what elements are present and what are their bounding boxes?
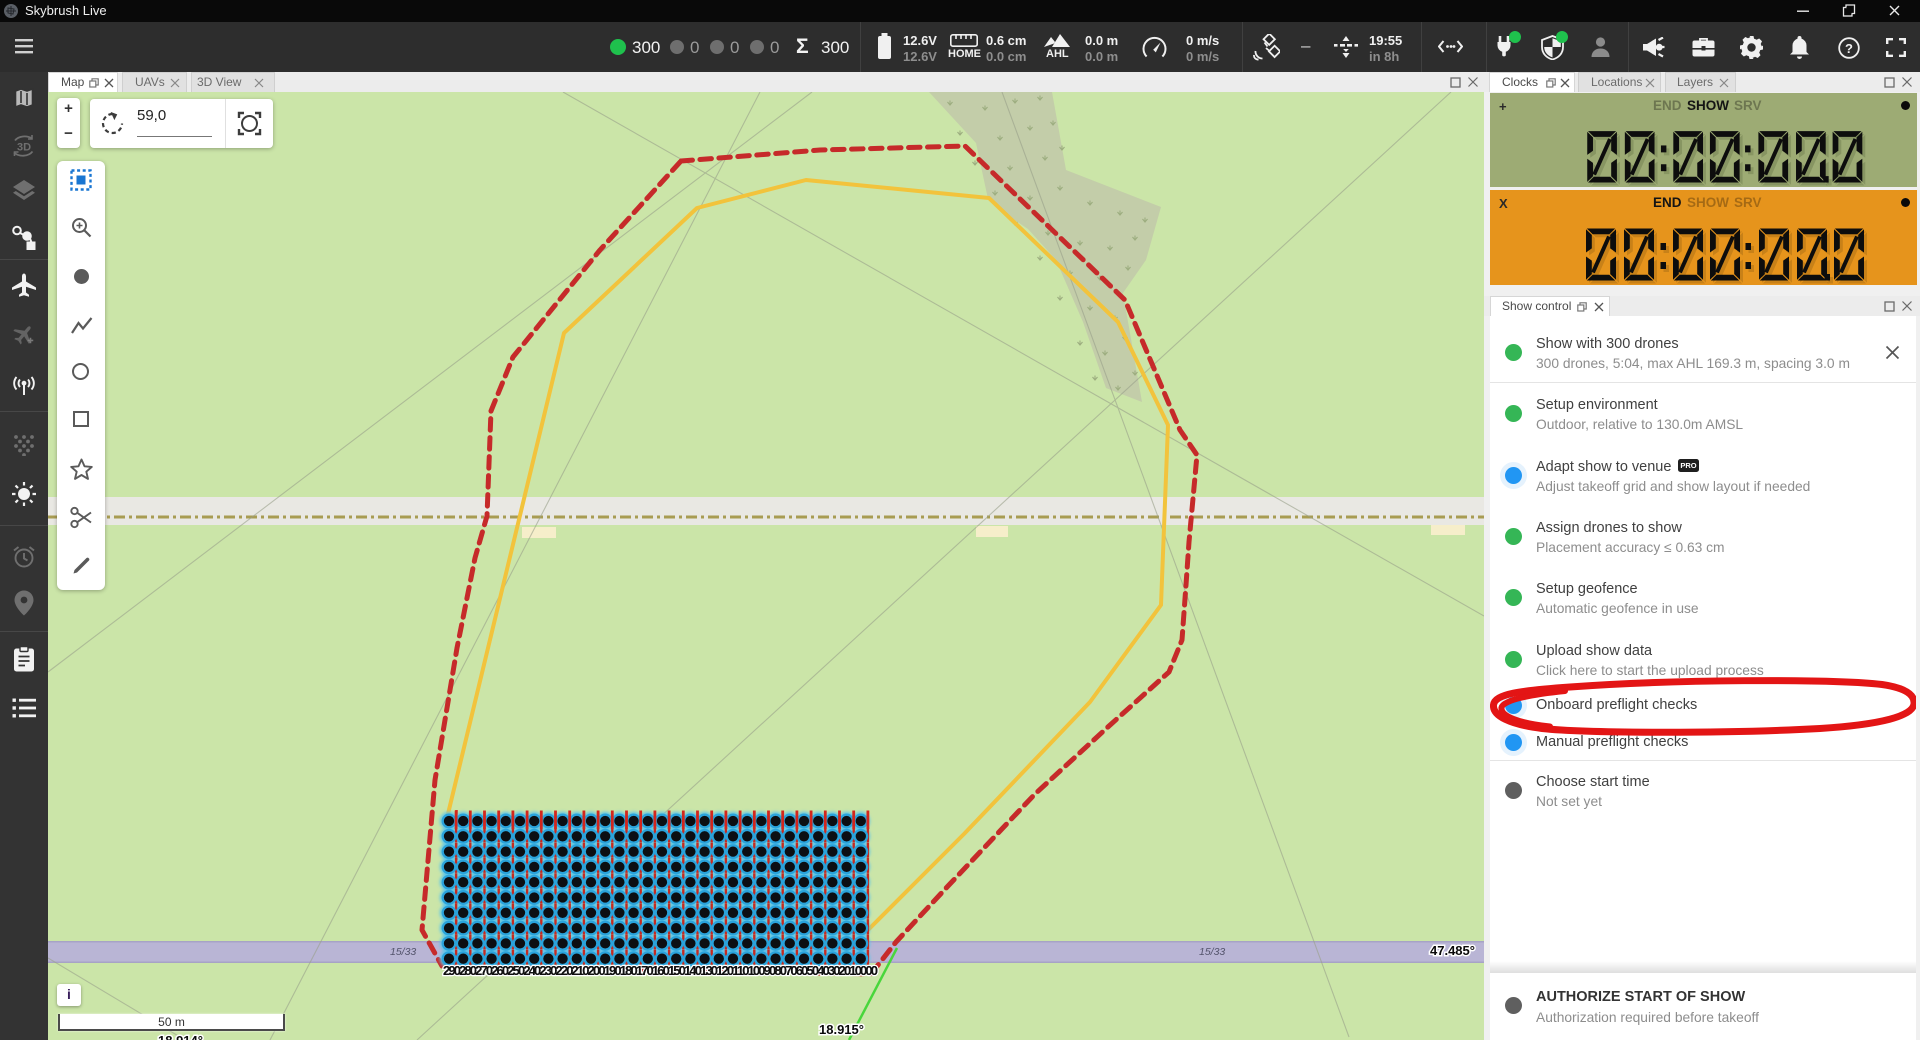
svg-text:290280270260250240230220210200: 2902802702602502402302202102001901801701… — [443, 963, 878, 978]
svg-text:18.915°: 18.915° — [819, 1022, 864, 1037]
svg-text:18.914°: 18.914° — [158, 1033, 203, 1040]
svg-text:?: ? — [1845, 41, 1853, 56]
svg-text:15/33: 15/33 — [390, 946, 416, 958]
svg-text:3D: 3D — [17, 142, 31, 154]
svg-text:15/33: 15/33 — [1199, 946, 1225, 958]
svg-text:47.485°: 47.485° — [1430, 943, 1475, 958]
